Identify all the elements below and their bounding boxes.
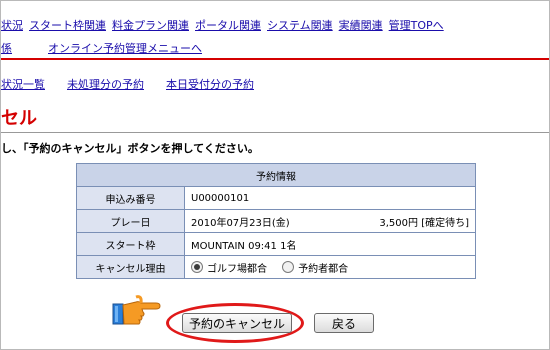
top-navigation: 状況 スタート枠関連 料金プラン関連 ポータル関連 システム関連 実績関連 管理TOPへ <box>1 17 450 33</box>
sub-navigation: 係 オンライン予約管理メニューへ <box>1 40 202 56</box>
title-divider <box>1 132 549 133</box>
price-status: 3,500円 [確定待ち] <box>379 217 469 229</box>
cancel-reason-options: ゴルフ場都合 予約者都合 <box>184 255 476 279</box>
pointing-hand-icon <box>112 295 161 325</box>
status-list-link[interactable]: 状況一覧 <box>1 78 45 91</box>
play-date-value: 2010年07月23日(金) <box>191 217 290 229</box>
table-row: キャンセル理由 ゴルフ場都合 予約者都合 <box>76 255 476 279</box>
today-reservations-link[interactable]: 本日受付分の予約 <box>166 78 254 91</box>
play-date-label: プレー日 <box>76 209 185 233</box>
cancel-reservation-button[interactable]: 予約のキャンセル <box>182 313 292 333</box>
nav-pricing-plans[interactable]: 料金プラン関連 <box>112 19 189 32</box>
table-row: プレー日 2010年07月23日(金) 3,500円 [確定待ち] <box>76 209 476 233</box>
nav-portal[interactable]: ポータル関連 <box>195 19 261 32</box>
nav-results[interactable]: 実績関連 <box>339 19 383 32</box>
unprocessed-reservations-link[interactable]: 未処理分の予約 <box>67 78 144 91</box>
page-title: セル <box>1 108 37 129</box>
application-number-label: 申込み番号 <box>76 186 185 210</box>
subnav-left-link[interactable]: 係 <box>1 42 12 55</box>
table-header-row: 予約情報 <box>76 163 476 187</box>
online-reservation-menu-link[interactable]: オンライン予約管理メニューへ <box>48 42 202 55</box>
header-divider <box>1 58 549 60</box>
table-header: 予約情報 <box>76 163 476 187</box>
reservation-navigation: 状況一覧 未処理分の予約 本日受付分の予約 <box>1 76 276 92</box>
table-row: スタート枠 MOUNTAIN 09:41 1名 <box>76 232 476 256</box>
start-slot-label: スタート枠 <box>76 232 185 256</box>
radio-golf-course-reason-label[interactable]: ゴルフ場都合 <box>207 264 267 275</box>
table-row: 申込み番号 U00000101 <box>76 186 476 210</box>
start-slot-value: MOUNTAIN 09:41 1名 <box>184 232 476 256</box>
nav-system[interactable]: システム関連 <box>267 19 333 32</box>
screenshot-frame: 状況 スタート枠関連 料金プラン関連 ポータル関連 システム関連 実績関連 管理TOPへ 係… <box>0 0 550 350</box>
nav-admin-top[interactable]: 管理TOPへ <box>389 19 444 32</box>
nav-status[interactable]: 状況 <box>1 19 23 32</box>
nav-start-slots[interactable]: スタート枠関連 <box>29 19 106 32</box>
radio-booker-reason-label[interactable]: 予約者都合 <box>298 264 348 275</box>
cancel-reason-label: キャンセル理由 <box>76 255 185 279</box>
play-date-cell: 2010年07月23日(金) 3,500円 [確定待ち] <box>184 209 476 233</box>
reservation-info-table: 予約情報 申込み番号 U00000101 プレー日 2010年07月23日(金)… <box>76 163 476 279</box>
instruction-text: し、「予約のキャンセル」ボタンを押してください。 <box>1 142 259 155</box>
radio-golf-course-reason[interactable] <box>191 261 203 273</box>
application-number-value: U00000101 <box>184 186 476 210</box>
back-button[interactable]: 戻る <box>314 313 374 333</box>
radio-booker-reason[interactable] <box>282 261 295 273</box>
